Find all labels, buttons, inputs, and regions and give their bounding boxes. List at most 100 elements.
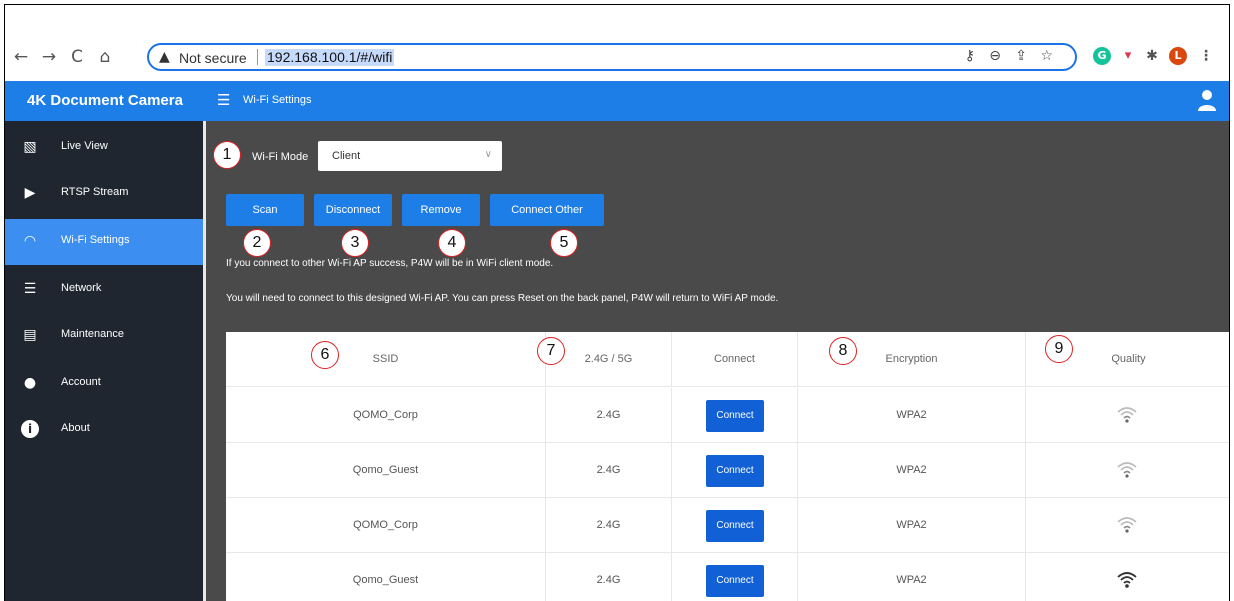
home-button[interactable]: ⌂	[95, 47, 115, 67]
callout-8: 8	[829, 337, 857, 365]
sidebar-item-label: Network	[61, 282, 102, 294]
info-text-reset: You will need to connect to this designe…	[226, 293, 779, 304]
sidebar-item-maintenance[interactable]: ▤ Maintenance	[5, 313, 203, 359]
sidebar-item-network[interactable]: ☰ Network	[5, 267, 203, 313]
callout-2: 2	[243, 229, 271, 257]
reload-button[interactable]: C	[67, 47, 87, 67]
quality-cell	[1026, 388, 1229, 443]
table-row: QOMO_Corp 2.4G Connect WPA2	[226, 388, 1229, 443]
band-cell: 2.4G	[546, 498, 672, 553]
ssid-cell: QOMO_Corp	[226, 388, 546, 443]
callout-6: 6	[311, 341, 339, 369]
url-text[interactable]: 192.168.100.1/#/wifi	[265, 49, 395, 66]
browser-toolbar: ← → C ⌂ ▲ Not secure 192.168.100.1/#/wif…	[5, 5, 1229, 81]
info-text-client-mode: If you connect to other Wi-Fi AP success…	[226, 258, 554, 269]
app-header: 4K Document Camera ☰ Wi-Fi Settings	[5, 81, 1229, 121]
band-cell: 2.4G	[546, 553, 672, 601]
connect-cell: Connect	[672, 498, 798, 553]
pocket-icon[interactable]: ▾	[1119, 47, 1137, 65]
sidebar-item-label: Maintenance	[61, 328, 124, 340]
brand-title: 4K Document Camera	[27, 92, 183, 109]
wifi-mode-select[interactable]: Client ∨	[318, 141, 502, 171]
sidebar-item-label: About	[61, 422, 90, 434]
connect-cell: Connect	[672, 443, 798, 498]
wifi-signal-icon	[1117, 462, 1137, 478]
table-row: Qomo_Guest 2.4G Connect WPA2	[226, 553, 1229, 601]
callout-5: 5	[550, 229, 578, 257]
wifi-signal-icon	[1117, 572, 1137, 588]
zoom-icon[interactable]: ⊖	[989, 48, 1001, 64]
share-icon[interactable]: ⇪	[1015, 48, 1027, 64]
encryption-cell: WPA2	[798, 553, 1026, 601]
screenshot-frame: ← → C ⌂ ▲ Not secure 192.168.100.1/#/wif…	[4, 4, 1230, 601]
security-status[interactable]: Not secure	[179, 50, 247, 66]
grammarly-icon[interactable]: G	[1093, 47, 1111, 65]
connect-cell: Connect	[672, 388, 798, 443]
callout-7: 7	[537, 337, 565, 365]
remove-button[interactable]: Remove	[402, 194, 480, 226]
info-icon: i	[21, 420, 39, 438]
key-icon[interactable]: ⚷	[965, 48, 975, 64]
user-icon[interactable]	[1197, 89, 1217, 111]
callout-1: 1	[213, 141, 241, 169]
wifi-signal-icon	[1117, 517, 1137, 533]
forward-button[interactable]: →	[39, 47, 59, 67]
scan-button[interactable]: Scan	[226, 194, 304, 226]
sidebar-item-rtsp-stream[interactable]: ▶ RTSP Stream	[5, 171, 203, 217]
sidebar-item-label: RTSP Stream	[61, 186, 129, 198]
menu-toggle-icon[interactable]: ☰	[217, 91, 230, 109]
quality-cell	[1026, 553, 1229, 601]
encryption-cell: WPA2	[798, 388, 1026, 443]
address-bar[interactable]: ▲ Not secure 192.168.100.1/#/wifi ⚷ ⊖ ⇪ …	[147, 43, 1077, 71]
wifi-icon: ◠	[23, 233, 37, 249]
sidebar: ▧ Live View ▶ RTSP Stream ◠ Wi-Fi Settin…	[5, 121, 203, 601]
back-button[interactable]: ←	[11, 47, 31, 67]
connect-button[interactable]: Connect	[706, 455, 764, 487]
profile-icon[interactable]: L	[1169, 47, 1187, 65]
callout-4: 4	[438, 229, 466, 257]
ssid-cell: Qomo_Guest	[226, 443, 546, 498]
callout-3: 3	[341, 229, 369, 257]
column-header-band: 2.4G / 5G	[546, 332, 672, 387]
video-icon: ▶	[24, 185, 36, 201]
connect-other-button[interactable]: Connect Other	[490, 194, 604, 226]
connect-cell: Connect	[672, 553, 798, 601]
encryption-cell: WPA2	[798, 498, 1026, 553]
wifi-network-table: SSID 2.4G / 5G Connect Encryption Qualit…	[226, 332, 1229, 601]
ssid-cell: Qomo_Guest	[226, 553, 546, 601]
quality-cell	[1026, 498, 1229, 553]
sidebar-item-live-view[interactable]: ▧ Live View	[5, 125, 203, 171]
quality-cell	[1026, 443, 1229, 498]
page-title: Wi-Fi Settings	[243, 94, 312, 106]
sidebar-item-wifi-settings[interactable]: ◠ Wi-Fi Settings	[5, 219, 203, 265]
connect-button[interactable]: Connect	[706, 565, 764, 597]
sidebar-item-about[interactable]: i About	[5, 407, 203, 453]
image-icon: ▧	[23, 139, 37, 155]
connect-button[interactable]: Connect	[706, 510, 764, 542]
extensions-icon[interactable]: ✱	[1143, 47, 1161, 65]
star-icon[interactable]: ☆	[1040, 48, 1053, 64]
column-header-ssid: SSID	[226, 332, 546, 387]
sidebar-item-label: Live View	[61, 140, 108, 152]
chevron-down-icon: ∨	[484, 149, 492, 160]
column-header-connect: Connect	[672, 332, 798, 387]
maintenance-icon: ▤	[23, 327, 37, 343]
callout-9: 9	[1045, 335, 1073, 363]
disconnect-button[interactable]: Disconnect	[314, 194, 392, 226]
wifi-mode-value: Client	[332, 150, 361, 162]
table-row: Qomo_Guest 2.4G Connect WPA2	[226, 443, 1229, 498]
wifi-mode-label: Wi-Fi Mode	[252, 151, 309, 163]
band-cell: 2.4G	[546, 388, 672, 443]
account-icon: ●	[23, 375, 37, 391]
sidebar-item-label: Wi-Fi Settings	[61, 234, 130, 246]
wifi-signal-icon	[1117, 407, 1137, 423]
band-cell: 2.4G	[546, 443, 672, 498]
warning-icon[interactable]: ▲	[159, 49, 170, 65]
wifi-settings-panel: Wi-Fi Mode Client ∨ Scan Disconnect Remo…	[206, 121, 1229, 601]
more-icon[interactable]: ⋮	[1197, 47, 1215, 65]
sidebar-item-label: Account	[61, 376, 101, 388]
omnibox-separator	[257, 49, 258, 65]
table-row: QOMO_Corp 2.4G Connect WPA2	[226, 498, 1229, 553]
connect-button[interactable]: Connect	[706, 400, 764, 432]
sidebar-item-account[interactable]: ● Account	[5, 361, 203, 407]
